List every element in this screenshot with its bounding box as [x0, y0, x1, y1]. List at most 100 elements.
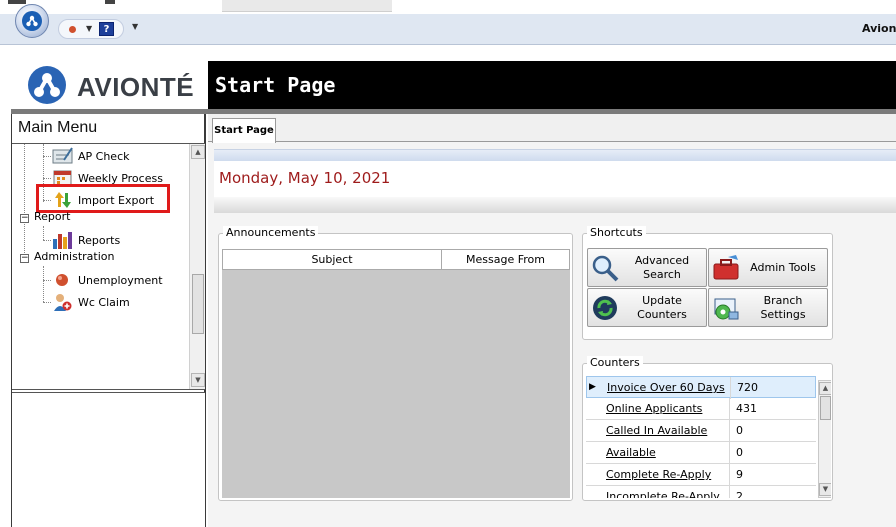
ap-check-icon: [52, 146, 74, 166]
main-menu-tree: AP Check Weekly Process Import Export − …: [12, 143, 205, 390]
tree-connector: [43, 226, 44, 240]
aviont-logo-icon: [28, 66, 66, 104]
cell-divider: [729, 398, 730, 420]
row-indicator-icon: ▶: [589, 382, 596, 392]
menu-group-label: Administration: [34, 250, 115, 263]
menu-item-label: AP Check: [78, 149, 130, 163]
counter-value: 720: [737, 381, 758, 394]
help-button[interactable]: ?: [99, 22, 114, 36]
title-strip: [0, 0, 896, 14]
menu-detail-pane: [12, 392, 205, 527]
tree-connector: [43, 280, 51, 281]
brand-logo: AVIONTÉ: [11, 61, 208, 109]
collapse-icon[interactable]: −: [20, 254, 29, 263]
advanced-search-button[interactable]: Advanced Search: [587, 248, 707, 287]
counter-row[interactable]: Called In Available 0: [586, 420, 816, 442]
counter-label[interactable]: Called In Available: [606, 424, 707, 437]
menu-item-label: Reports: [78, 233, 121, 247]
record-dot-icon[interactable]: [69, 26, 76, 33]
shortcuts-title: Shortcuts: [587, 226, 646, 239]
tab-strip: Start Page: [208, 114, 896, 143]
cell-divider: [729, 486, 730, 498]
button-label: Update Counters: [637, 293, 687, 321]
scroll-thumb[interactable]: [820, 396, 831, 420]
dropdown-arrow-icon[interactable]: ▼: [86, 24, 92, 33]
main-menu-title: Main Menu: [18, 119, 98, 136]
menu-item-unemployment[interactable]: Unemployment: [52, 270, 163, 290]
announcements-grid-header: Subject Message From: [222, 249, 570, 270]
counter-value: 0: [736, 446, 743, 459]
menu-group-report[interactable]: Report: [34, 210, 70, 223]
quick-access-group: ▼ ?: [58, 19, 124, 39]
counter-row[interactable]: Complete Re-Apply 9: [586, 464, 816, 486]
update-counters-button[interactable]: Update Counters: [587, 288, 707, 327]
admin-tools-button[interactable]: Admin Tools: [708, 248, 828, 287]
counter-value: 431: [736, 402, 757, 415]
branch-settings-icon: [712, 294, 740, 322]
counter-value: 9: [736, 468, 743, 481]
menu-item-reports[interactable]: Reports: [52, 230, 120, 250]
scroll-up-button[interactable]: ▲: [191, 145, 205, 159]
tree-connector: [24, 144, 25, 259]
counter-label[interactable]: Complete Re-Apply: [606, 468, 711, 481]
branch-settings-button[interactable]: Branch Settings: [708, 288, 828, 327]
menu-group-label: Report: [34, 210, 71, 223]
button-label: Branch Settings: [760, 293, 806, 321]
cell-divider: [729, 442, 730, 464]
button-label: Advanced Search: [634, 253, 690, 281]
counter-label[interactable]: Available: [606, 446, 656, 459]
customize-toolbar-icon[interactable]: ▼: [132, 22, 138, 31]
counter-label[interactable]: Online Applicants: [606, 402, 702, 415]
scroll-down-button[interactable]: ▼: [191, 373, 205, 387]
tab-start-page[interactable]: Start Page: [212, 118, 276, 143]
main-menu-panel: Main Menu AP Check Weekly Process Import…: [11, 114, 206, 527]
header-band: [214, 149, 896, 161]
browser-tab[interactable]: [222, 0, 392, 12]
announcements-group: Announcements Subject Message From: [218, 226, 573, 501]
counter-label[interactable]: Incomplete Re-Apply: [606, 490, 720, 498]
announcements-grid-body[interactable]: [222, 270, 570, 498]
banner-shade: [214, 197, 896, 213]
aviont-logo-icon: [22, 11, 42, 31]
scroll-thumb[interactable]: [192, 274, 204, 334]
counter-value: 2: [736, 490, 743, 498]
counter-row[interactable]: Available 0: [586, 442, 816, 464]
shortcuts-group: Shortcuts Advanced Search Admin Tools Up…: [582, 226, 833, 340]
tree-connector: [43, 178, 51, 179]
reports-chart-icon: [52, 230, 74, 250]
cell-divider: [730, 377, 731, 399]
menu-scrollbar[interactable]: ▲ ▼: [189, 144, 205, 389]
scroll-up-button[interactable]: ▲: [819, 382, 831, 395]
scroll-down-button[interactable]: ▼: [819, 483, 831, 496]
menu-group-administration[interactable]: Administration: [34, 250, 115, 263]
page-title: Start Page: [215, 73, 336, 97]
brand-name: AVIONTÉ: [77, 72, 195, 102]
menu-item-label: Wc Claim: [78, 295, 130, 309]
current-date: Monday, May 10, 2021: [219, 169, 391, 187]
counters-grid: ▶ Invoice Over 60 Days 720 Online Applic…: [586, 376, 831, 498]
toolbox-icon: [712, 254, 740, 282]
counter-row[interactable]: Incomplete Re-Apply 2: [586, 486, 816, 498]
tree-connector: [43, 266, 44, 302]
selection-highlight: [36, 184, 170, 213]
collapse-icon[interactable]: −: [20, 214, 29, 223]
counter-row[interactable]: ▶ Invoice Over 60 Days 720: [586, 376, 816, 399]
counters-title: Counters: [587, 356, 643, 369]
counters-group: Counters ▶ Invoice Over 60 Days 720 Onli…: [582, 356, 833, 501]
window-title: Avion: [862, 22, 896, 35]
wc-claim-icon: [52, 292, 74, 312]
title-fragment: [8, 0, 26, 4]
menu-item-wc-claim[interactable]: Wc Claim: [52, 292, 130, 312]
application-menu-button[interactable]: [15, 4, 49, 38]
button-label: Admin Tools: [750, 260, 816, 274]
page-header: Start Page: [208, 61, 896, 109]
column-header-subject[interactable]: Subject: [223, 250, 442, 269]
counter-value: 0: [736, 424, 743, 437]
menu-item-ap-check[interactable]: AP Check: [52, 146, 130, 166]
tree-connector: [43, 156, 51, 157]
column-header-message-from[interactable]: Message From: [442, 250, 569, 269]
counters-scrollbar[interactable]: ▲ ▼: [818, 380, 831, 498]
counter-row[interactable]: Online Applicants 431: [586, 398, 816, 420]
menu-item-label: Weekly Process: [78, 171, 163, 185]
counter-label[interactable]: Invoice Over 60 Days: [607, 381, 725, 394]
